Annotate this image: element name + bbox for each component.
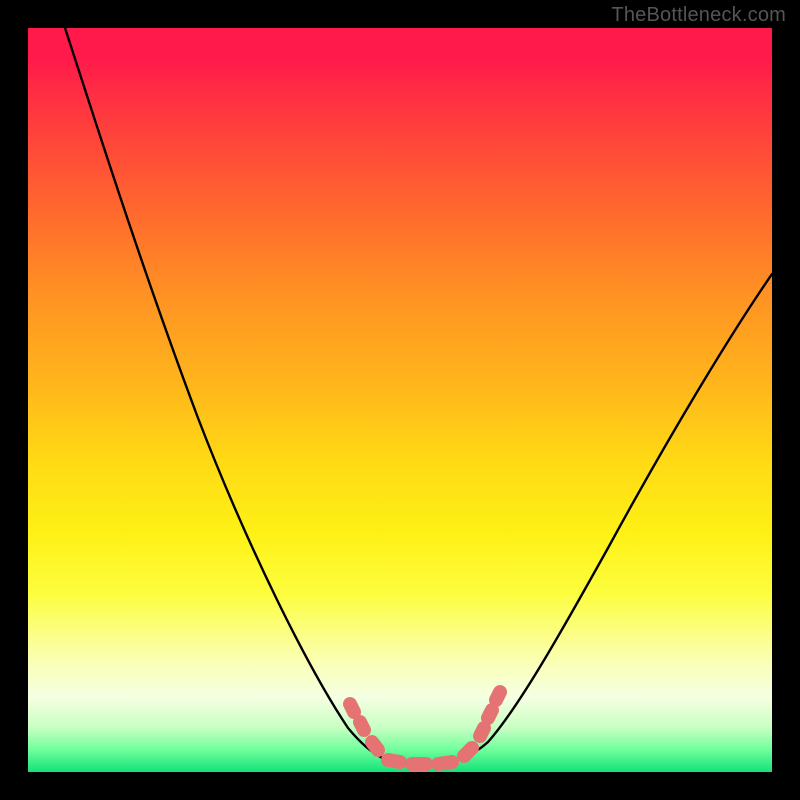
chart-frame: TheBottleneck.com xyxy=(0,0,800,800)
watermark-text: TheBottleneck.com xyxy=(611,4,786,27)
curve-layer xyxy=(28,28,772,772)
bottleneck-curve xyxy=(65,28,772,764)
valley-markers xyxy=(350,692,500,764)
plot-area xyxy=(28,28,772,772)
